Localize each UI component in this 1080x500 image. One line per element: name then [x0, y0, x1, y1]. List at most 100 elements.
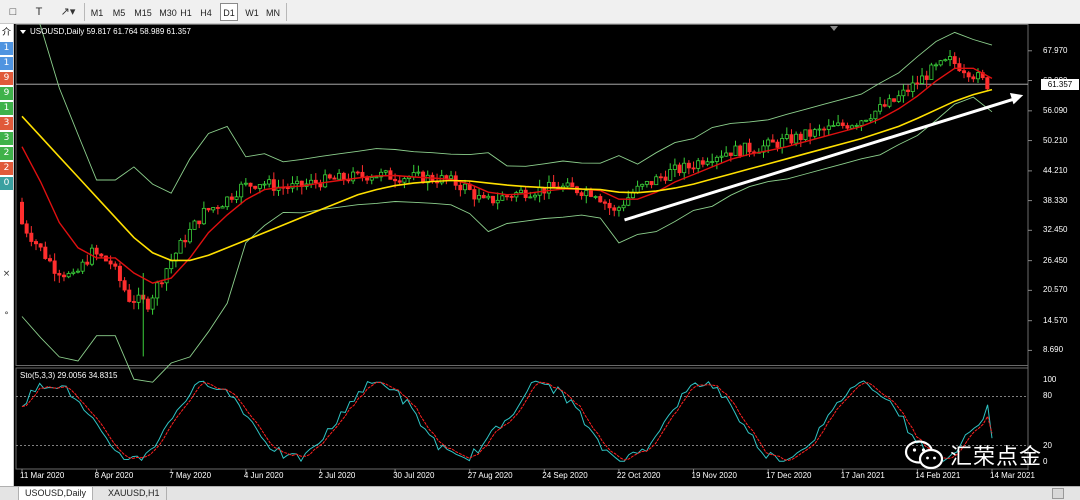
- candle-body: [33, 241, 38, 245]
- candle-body: [962, 70, 967, 74]
- chart-bars-icon[interactable]: □: [4, 3, 22, 21]
- candle-body: [924, 75, 929, 80]
- price-tick-label: 44.210: [1043, 165, 1068, 175]
- timeframe-m5-button[interactable]: M5: [110, 3, 128, 21]
- stochastic-level-label: 80: [1043, 391, 1052, 401]
- candle-body: [472, 189, 477, 200]
- left-strip-cell[interactable]: 9: [0, 87, 13, 100]
- candle-body: [654, 176, 659, 186]
- candle-body: [826, 125, 831, 130]
- candle-body: [700, 160, 705, 165]
- tab-usousd-daily[interactable]: USOUSD,Daily: [18, 487, 94, 500]
- candle-body: [896, 95, 901, 102]
- text-icon[interactable]: T: [30, 3, 48, 21]
- date-tick-label: 8 Apr 2020: [94, 471, 134, 480]
- left-panel-strip: 介 1 1 9 9 1 3 3 2 2 0 × °: [0, 24, 14, 486]
- date-tick-label: 30 Jul 2020: [393, 471, 435, 480]
- left-strip-cell[interactable]: 0: [0, 177, 13, 190]
- timeframe-m30-button[interactable]: M30: [157, 3, 179, 21]
- timeframe-d1-button[interactable]: D1: [220, 3, 238, 21]
- candle-body: [551, 181, 556, 188]
- candle-body: [201, 207, 206, 225]
- stochastic-main-line: [21, 380, 993, 463]
- left-strip-cell[interactable]: 2: [0, 147, 13, 160]
- timeframe-mn-button[interactable]: MN: [264, 3, 282, 21]
- candle-body: [976, 72, 981, 80]
- date-tick-label: 17 Dec 2020: [766, 471, 812, 480]
- candle-body: [131, 301, 136, 303]
- object-tools-icon[interactable]: ↗▾: [56, 3, 80, 21]
- candle-body: [285, 187, 290, 190]
- scroll-icon[interactable]: [1052, 488, 1064, 499]
- candle-body: [882, 104, 887, 107]
- candle-body: [607, 202, 612, 209]
- candle-body: [705, 161, 710, 165]
- candle-body: [397, 180, 402, 183]
- candle-body: [966, 72, 971, 78]
- left-strip-cell[interactable]: 2: [0, 162, 13, 175]
- left-strip-cell[interactable]: 1: [0, 57, 13, 70]
- candle-body: [733, 145, 738, 156]
- candle-body: [920, 75, 925, 84]
- watermark: 汇荣点金: [904, 437, 1042, 473]
- candle-body: [94, 247, 99, 255]
- stochastic-header: Sto(5,3,3) 29.0056 34.8315: [20, 371, 118, 380]
- candle-body: [906, 89, 911, 92]
- left-strip-cell[interactable]: 9: [0, 72, 13, 85]
- chart-window[interactable]: USOUSD,Daily 59.817 61.764 58.989 61.357…: [14, 24, 1080, 486]
- price-tick-label: 67.970: [1043, 45, 1068, 55]
- timeframe-w1-button[interactable]: W1: [243, 3, 261, 21]
- candle-body: [831, 125, 836, 127]
- candle-body: [215, 207, 220, 209]
- candle-body: [621, 204, 626, 209]
- timeframe-h1-button[interactable]: H1: [178, 3, 194, 21]
- candle-body: [640, 183, 645, 187]
- candle-body: [136, 294, 141, 303]
- timeframe-m1-button[interactable]: M1: [88, 3, 106, 21]
- candle-body: [696, 160, 701, 169]
- candle-body: [192, 220, 197, 230]
- timeframe-h4-button[interactable]: H4: [198, 3, 214, 21]
- candle-body: [495, 199, 500, 204]
- left-strip-cell[interactable]: 介: [0, 27, 13, 40]
- candle-body: [565, 182, 570, 187]
- candle-body: [616, 207, 621, 211]
- candle-body: [957, 63, 962, 72]
- candle-body: [449, 175, 454, 179]
- main-pane-border: [15, 24, 1029, 366]
- tab-xauusd-h1[interactable]: XAUUSD,H1: [102, 487, 167, 500]
- date-tick-label: 17 Jan 2021: [840, 471, 885, 480]
- candle-body: [355, 171, 360, 174]
- candle-body: [892, 98, 897, 102]
- stochastic-level-label: 0: [1043, 457, 1048, 466]
- candle-body: [108, 260, 113, 265]
- candle-body: [794, 133, 799, 144]
- current-price-label: 61.357: [1041, 79, 1079, 91]
- candle-body: [197, 220, 202, 225]
- price-tick-label: 50.210: [1043, 135, 1068, 145]
- candle-body: [486, 195, 491, 199]
- left-strip-cell[interactable]: 3: [0, 117, 13, 130]
- candle-body: [248, 182, 253, 187]
- candle-body: [253, 185, 258, 189]
- date-tick-label: 19 Nov 2020: [691, 471, 737, 480]
- left-strip-cell[interactable]: 3: [0, 132, 13, 145]
- candle-body: [183, 240, 188, 243]
- candle-body: [491, 195, 496, 204]
- candle-body: [38, 243, 43, 248]
- date-tick-label: 4 Jun 2020: [243, 471, 284, 480]
- left-strip-cell[interactable]: 1: [0, 42, 13, 55]
- dropdown-triangle-icon[interactable]: [20, 29, 26, 34]
- candle-body: [75, 270, 80, 273]
- candle-body: [504, 195, 509, 198]
- candle-body: [332, 177, 337, 180]
- stochastic-level-label: 20: [1043, 440, 1052, 450]
- candle-body: [159, 282, 164, 285]
- candle-body: [169, 260, 174, 270]
- candle-body: [402, 178, 407, 183]
- close-panel-icon[interactable]: ×: [0, 268, 13, 281]
- candle-body: [934, 64, 939, 67]
- timeframe-m15-button[interactable]: M15: [132, 3, 154, 21]
- left-strip-cell[interactable]: 1: [0, 102, 13, 115]
- chart-canvas[interactable]: [14, 24, 1080, 486]
